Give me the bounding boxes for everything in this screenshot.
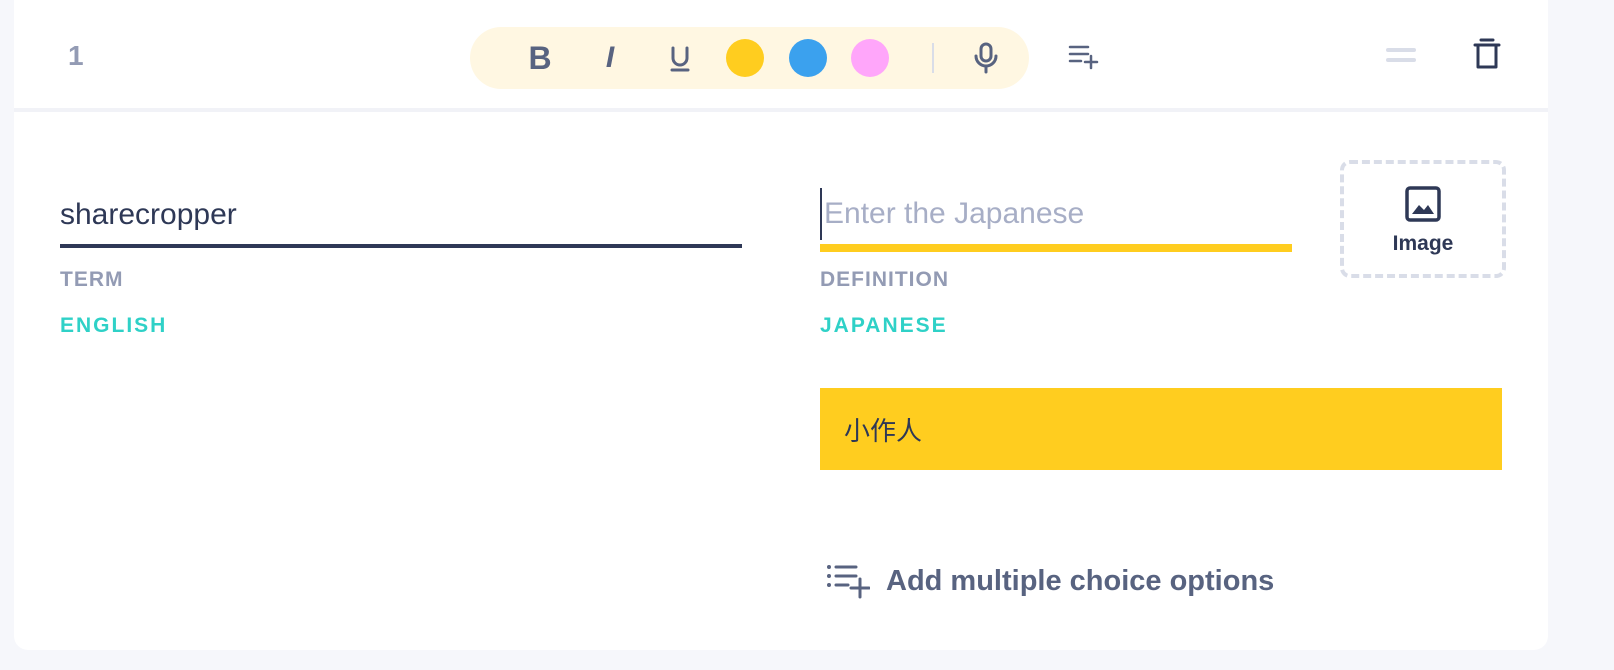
definition-underline bbox=[820, 244, 1292, 252]
microphone-icon bbox=[974, 42, 998, 74]
microphone-button[interactable] bbox=[970, 40, 1002, 76]
term-underline bbox=[60, 244, 742, 248]
term-label: TERM bbox=[60, 268, 124, 291]
image-icon bbox=[1405, 186, 1441, 222]
underline-icon bbox=[670, 46, 690, 72]
trash-icon bbox=[1473, 38, 1501, 69]
drag-handle[interactable] bbox=[1386, 45, 1416, 65]
definition-suggestion[interactable]: 小作人 bbox=[820, 388, 1502, 470]
definition-input[interactable] bbox=[820, 188, 1292, 240]
highlight-blue-swatch[interactable] bbox=[789, 39, 827, 77]
formatting-toolbar: B I bbox=[470, 27, 1029, 89]
drag-handle-icon bbox=[1386, 48, 1416, 62]
multiple-choice-label: Add multiple choice options bbox=[886, 564, 1275, 597]
underline-button[interactable] bbox=[664, 43, 696, 75]
toolbar-divider bbox=[932, 43, 934, 73]
list-add-icon bbox=[827, 565, 870, 599]
highlight-yellow-swatch[interactable] bbox=[726, 39, 764, 77]
definition-language-button[interactable]: JAPANESE bbox=[820, 314, 948, 338]
card-number: 1 bbox=[68, 40, 84, 71]
add-image-button[interactable]: Image bbox=[1340, 160, 1506, 278]
card-toolbar-row: 1 B I bbox=[14, 0, 1548, 112]
add-multiple-choice-button[interactable]: Add multiple choice options bbox=[826, 556, 1274, 606]
term-input[interactable] bbox=[60, 190, 742, 240]
flashcard-editor: 1 B I sharecropper TERM ENGLISH Enter th… bbox=[14, 0, 1548, 650]
add-to-list-button[interactable] bbox=[1068, 40, 1100, 72]
image-label: Image bbox=[1392, 232, 1454, 255]
suggestion-text: 小作人 bbox=[844, 416, 923, 447]
term-language-button[interactable]: ENGLISH bbox=[60, 314, 167, 338]
italic-button[interactable]: I bbox=[594, 40, 626, 76]
delete-card-button[interactable] bbox=[1472, 37, 1502, 71]
definition-label: DEFINITION bbox=[820, 268, 949, 291]
playlist-add-icon bbox=[1068, 45, 1099, 70]
highlight-pink-swatch[interactable] bbox=[851, 39, 889, 77]
bold-button[interactable]: B bbox=[524, 40, 556, 76]
